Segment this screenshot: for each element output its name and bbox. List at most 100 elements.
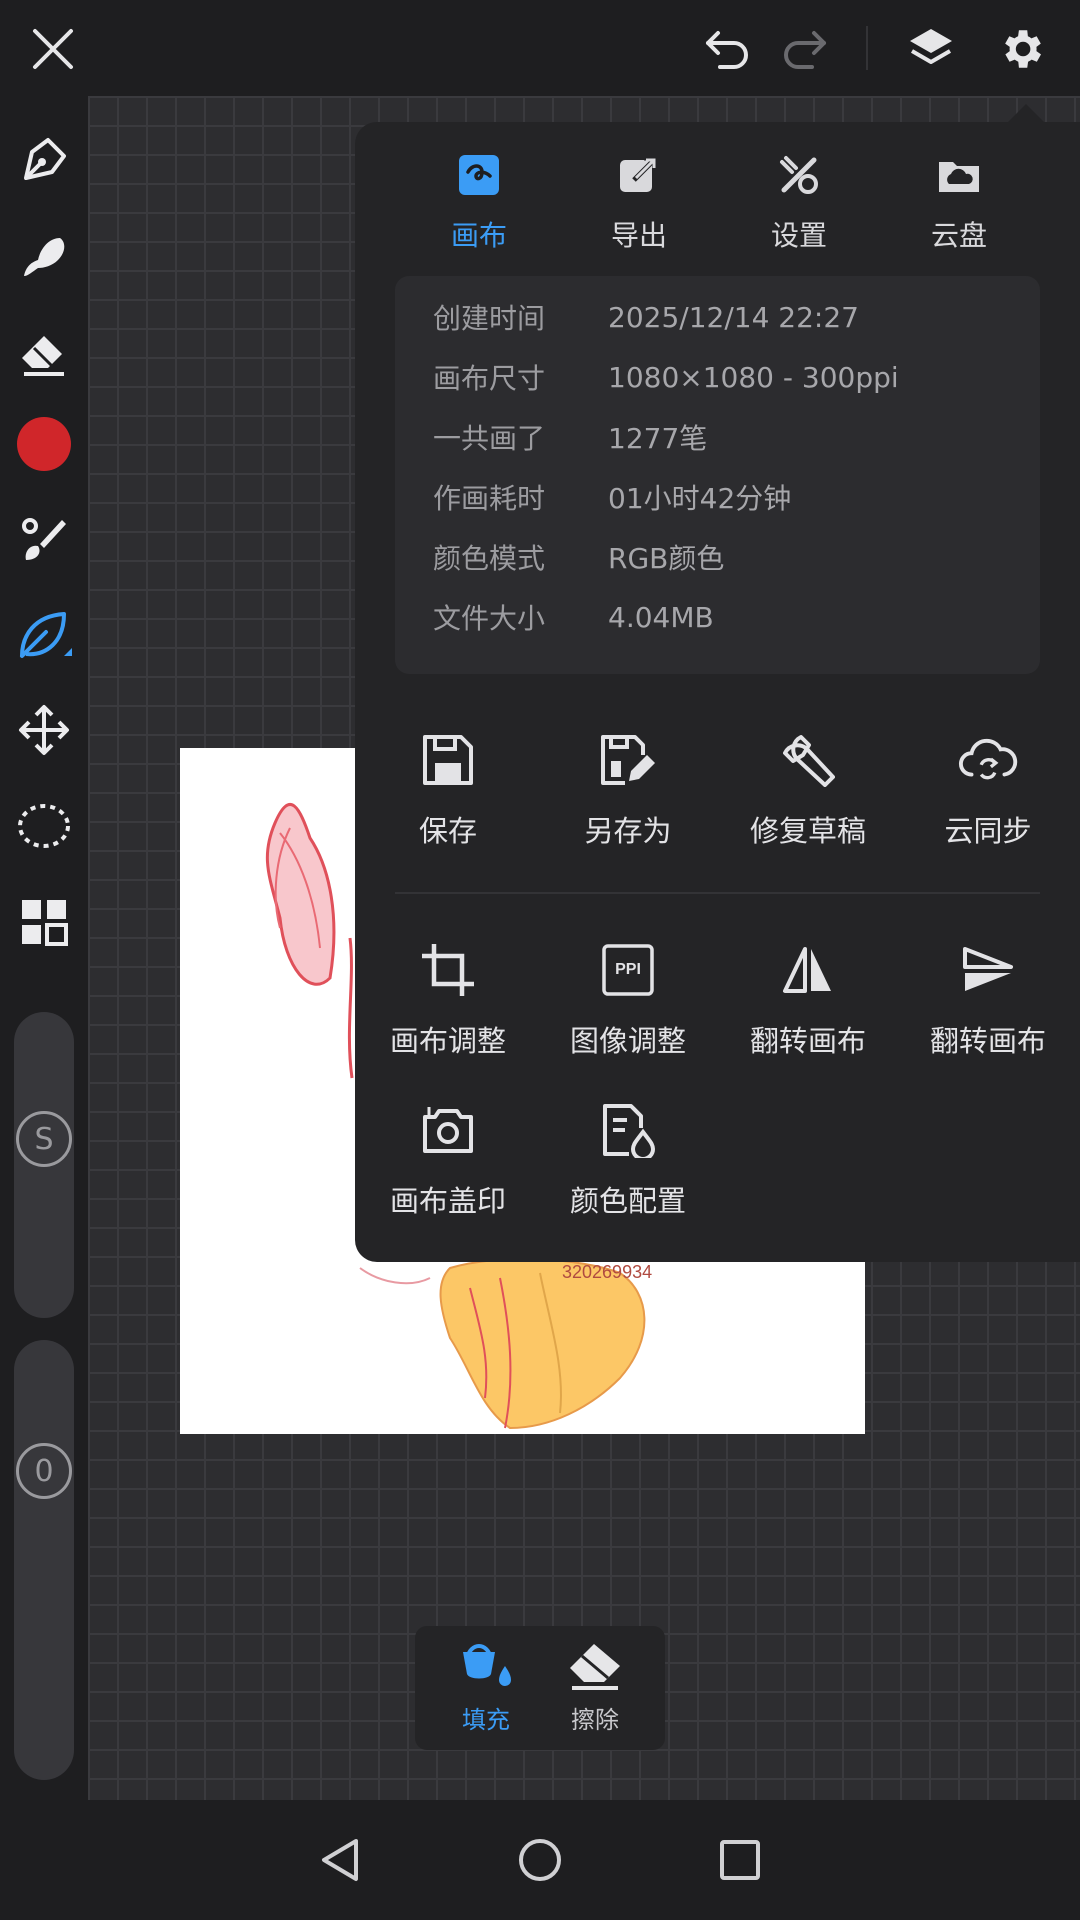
color-profile-label: 颜色配置	[569, 1184, 686, 1218]
app-root: 320269934 S 0 画布 导出 设置 云盘 创建时间 2025/12/1…	[0, 0, 1080, 1920]
canvas-adjust-button[interactable]: 画布调整	[358, 940, 538, 1080]
canvas-menu-panel: 画布 导出 设置 云盘 创建时间 2025/12/14 22:27 画布尺寸 1…	[355, 122, 1080, 1262]
save-as-icon	[598, 730, 658, 790]
smudge-tool-icon[interactable]	[12, 224, 76, 288]
eraser-tool-icon[interactable]	[12, 320, 76, 384]
crop-icon	[418, 940, 478, 1000]
info-row-color-mode: 颜色模式 RGB颜色	[433, 532, 724, 582]
flip-vertical-button[interactable]: 翻转画布	[898, 940, 1078, 1080]
panel-pointer	[1006, 104, 1046, 124]
repair-draft-button[interactable]: 修复草稿	[718, 730, 898, 870]
export-icon	[614, 150, 664, 200]
top-bar	[0, 0, 1080, 96]
ppi-icon-text: PPI	[615, 961, 641, 978]
canvas-icon	[454, 150, 504, 200]
toolbar-divider	[866, 26, 868, 70]
save-label: 保存	[418, 814, 477, 848]
info-value: RGB颜色	[608, 542, 725, 575]
panel-divider	[395, 892, 1040, 894]
info-row-strokes: 一共画了 1277笔	[433, 412, 707, 462]
tab-export[interactable]: 导出	[559, 150, 719, 270]
canvas-stamp-label: 画布盖印	[389, 1184, 506, 1218]
cloud-sync-icon	[958, 730, 1018, 790]
canvas-adjust-label: 画布调整	[389, 1024, 506, 1058]
brush-tool-icon[interactable]	[12, 508, 76, 572]
tab-export-label: 导出	[610, 219, 667, 252]
cloud-sync-button[interactable]: 云同步	[898, 730, 1078, 870]
erase-label: 擦除	[571, 1706, 619, 1734]
size-slider[interactable]: S	[14, 1012, 74, 1318]
erase-button[interactable]: 擦除	[545, 1640, 645, 1740]
save-as-label: 另存为	[584, 814, 672, 848]
cloud-drive-icon	[934, 150, 984, 200]
flip-horizontal-icon	[778, 940, 838, 1000]
info-row-canvas-size: 画布尺寸 1080×1080 - 300ppi	[433, 352, 899, 402]
image-adjust-label: 图像调整	[569, 1024, 686, 1058]
leaf-brush-icon[interactable]	[12, 604, 76, 668]
home-icon[interactable]	[512, 1832, 568, 1888]
info-value: 1080×1080 - 300ppi	[608, 360, 899, 394]
image-adjust-button[interactable]: PPI 图像调整	[538, 940, 718, 1080]
info-key: 创建时间	[433, 302, 546, 335]
repair-draft-label: 修复草稿	[749, 814, 866, 848]
wrench-icon	[778, 730, 838, 790]
pen-tool-icon[interactable]	[12, 128, 76, 192]
back-icon[interactable]	[312, 1832, 368, 1888]
color-profile-icon	[598, 1100, 658, 1160]
gear-icon[interactable]	[990, 18, 1052, 80]
canvas-info-card: 创建时间 2025/12/14 22:27 画布尺寸 1080×1080 - 3…	[395, 276, 1040, 674]
size-slider-knob[interactable]: S	[16, 1111, 72, 1167]
color-swatch[interactable]	[12, 412, 76, 476]
opacity-slider-knob[interactable]: 0	[16, 1443, 72, 1499]
recents-icon[interactable]	[712, 1832, 768, 1888]
tab-cloud-drive[interactable]: 云盘	[879, 150, 1039, 270]
fill-erase-bar: 填充 擦除	[415, 1626, 665, 1750]
opacity-slider[interactable]: 0	[14, 1340, 74, 1780]
paint-bucket-icon	[463, 1644, 511, 1686]
undo-icon[interactable]	[696, 18, 758, 80]
ppi-icon: PPI	[598, 940, 658, 1000]
fill-button[interactable]: 填充	[436, 1640, 536, 1740]
save-button[interactable]: 保存	[358, 730, 538, 870]
system-nav-bar	[0, 1800, 1080, 1920]
info-value: 4.04MB	[608, 600, 714, 634]
eraser-icon	[570, 1644, 620, 1690]
lasso-icon[interactable]	[12, 794, 76, 858]
save-icon	[418, 730, 478, 790]
flip-vertical-label: 翻转画布	[929, 1024, 1046, 1058]
info-key: 一共画了	[433, 422, 546, 455]
color-profile-button[interactable]: 颜色配置	[538, 1100, 718, 1240]
info-value: 2025/12/14 22:27	[608, 300, 859, 334]
tab-settings[interactable]: 设置	[719, 150, 879, 270]
left-toolbar: S 0	[0, 96, 88, 1800]
info-row-file-size: 文件大小 4.04MB	[433, 592, 714, 642]
transform-icon[interactable]	[12, 698, 76, 762]
tab-settings-label: 设置	[770, 219, 827, 252]
flip-horizontal-label: 翻转画布	[749, 1024, 866, 1058]
info-row-created: 创建时间 2025/12/14 22:27	[433, 292, 859, 342]
info-value: 1277笔	[608, 422, 708, 455]
current-color-dot	[17, 417, 71, 471]
fill-label: 填充	[462, 1706, 510, 1734]
cloud-sync-label: 云同步	[944, 814, 1032, 848]
grid-icon[interactable]	[12, 890, 76, 954]
camera-icon	[418, 1100, 478, 1160]
info-key: 作画耗时	[433, 482, 546, 515]
redo-icon[interactable]	[774, 18, 836, 80]
save-as-button[interactable]: 另存为	[538, 730, 718, 870]
close-icon[interactable]	[22, 18, 84, 80]
flip-horizontal-button[interactable]: 翻转画布	[718, 940, 898, 1080]
layers-icon[interactable]	[900, 18, 962, 80]
tab-canvas-label: 画布	[450, 219, 507, 252]
info-key: 画布尺寸	[433, 362, 546, 395]
info-key: 颜色模式	[433, 542, 546, 575]
tab-cloud-drive-label: 云盘	[930, 219, 987, 252]
info-key: 文件大小	[433, 602, 546, 635]
flip-vertical-icon	[958, 940, 1018, 1000]
canvas-stamp-button[interactable]: 画布盖印	[358, 1100, 538, 1240]
info-value: 01小时42分钟	[608, 482, 792, 515]
tools-icon	[774, 150, 824, 200]
drawing-watermark-text: 320269934	[562, 1262, 652, 1282]
tab-canvas[interactable]: 画布	[399, 150, 559, 270]
info-row-time-spent: 作画耗时 01小时42分钟	[433, 472, 791, 522]
